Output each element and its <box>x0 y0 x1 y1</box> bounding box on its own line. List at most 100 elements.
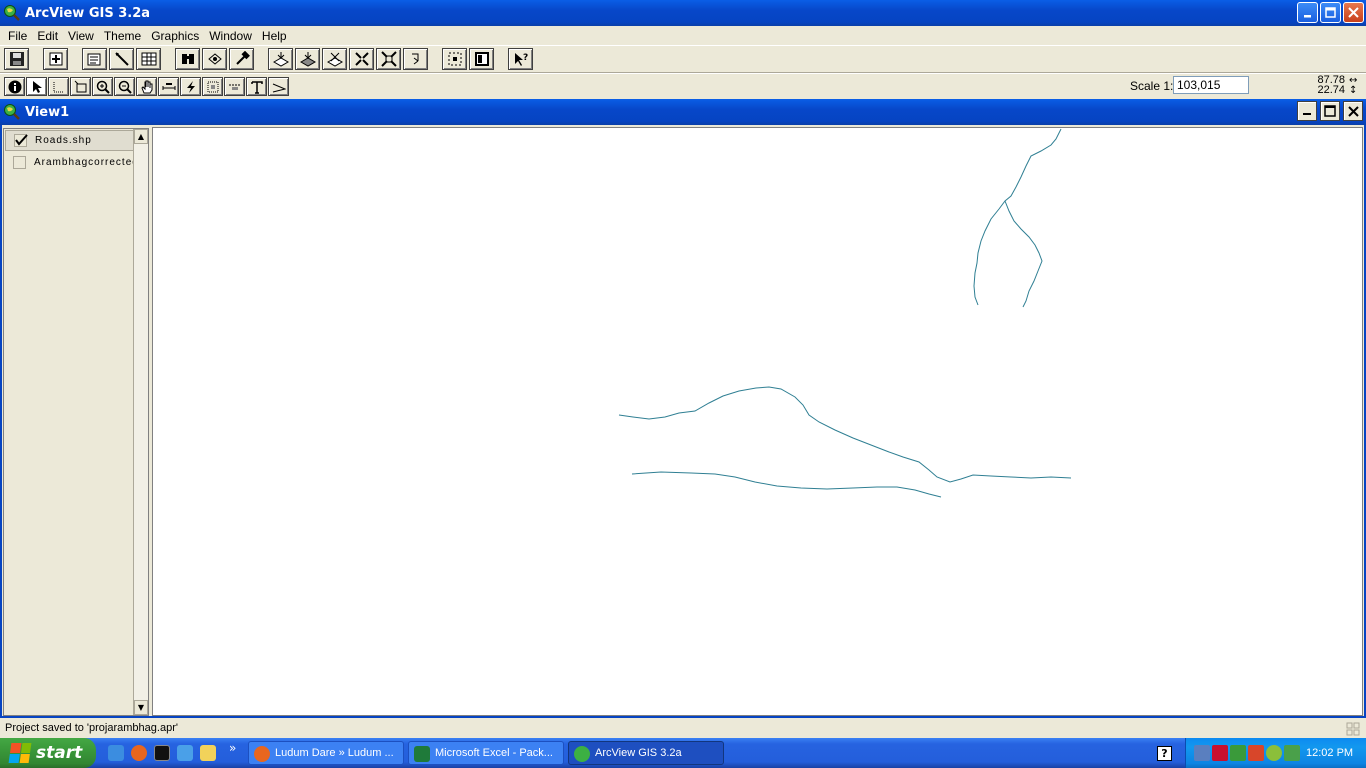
locate-address-button[interactable] <box>202 48 227 70</box>
task-arcview[interactable]: ArcView GIS 3.2a <box>568 741 724 765</box>
road-line <box>1004 200 1043 308</box>
area-of-interest-tool[interactable] <box>202 77 223 96</box>
menu-window[interactable]: Window <box>204 29 257 43</box>
toc-scrollbar[interactable]: ▲ ▼ <box>133 129 148 715</box>
zoom-in-fixed-button[interactable] <box>349 48 374 70</box>
zoom-out-tool[interactable] <box>114 77 135 96</box>
start-label: start <box>36 743 83 763</box>
menu-help[interactable]: Help <box>257 29 292 43</box>
pan-tool[interactable] <box>136 77 157 96</box>
menu-edit[interactable]: Edit <box>32 29 63 43</box>
open-theme-table-button[interactable] <box>136 48 161 70</box>
chrome-icon[interactable] <box>177 745 193 761</box>
theme-properties-button[interactable] <box>82 48 107 70</box>
road-line <box>973 128 1062 306</box>
task-ludum-dare[interactable]: Ludum Dare » Ludum ... <box>248 741 404 765</box>
query-builder-button[interactable] <box>229 48 254 70</box>
view-close-button[interactable] <box>1343 101 1363 121</box>
maximize-button[interactable] <box>1320 2 1341 23</box>
task-label: Ludum Dare » Ludum ... <box>275 747 394 759</box>
pointer-icon <box>32 80 42 93</box>
update-icon[interactable] <box>1266 745 1282 761</box>
find-button[interactable] <box>175 48 200 70</box>
resize-grip-icon[interactable] <box>1346 722 1360 736</box>
layer-name: Roads.shp <box>35 135 92 146</box>
select-feature-tool[interactable] <box>70 77 91 96</box>
table-icon <box>141 52 156 66</box>
menu-file[interactable]: File <box>3 29 32 43</box>
clock: 12:02 PM <box>1306 747 1354 759</box>
select-features-button[interactable] <box>442 48 467 70</box>
button-bar: ? <box>0 45 1366 73</box>
table-of-contents: Roads.shp Arambhagcorrected ▲ ▼ <box>3 128 149 716</box>
binoculars-icon <box>181 54 194 64</box>
scale-input[interactable]: 103,015 <box>1173 76 1249 94</box>
zoom-in-tool[interactable] <box>92 77 113 96</box>
help-pointer-icon: ? <box>514 53 528 66</box>
info-icon <box>8 80 21 93</box>
label-tool[interactable] <box>224 77 245 96</box>
map-canvas[interactable] <box>152 127 1363 716</box>
safely-remove-icon[interactable] <box>1284 745 1300 761</box>
zoom-to-selected-button[interactable] <box>322 48 347 70</box>
floppy-icon <box>9 52 24 66</box>
menu-graphics[interactable]: Graphics <box>146 29 204 43</box>
zoom-out-fixed-button[interactable] <box>376 48 401 70</box>
view-titlebar: View1 <box>0 99 1366 125</box>
zoom-to-full-extent-button[interactable] <box>268 48 293 70</box>
firefox-icon <box>254 746 270 762</box>
view-icon <box>4 104 20 120</box>
layer-roads-checkbox[interactable] <box>14 134 28 147</box>
help-button[interactable]: ? <box>508 48 533 70</box>
zoom-previous-button[interactable] <box>403 48 428 70</box>
layer-arambhag-checkbox[interactable] <box>13 156 26 169</box>
app-titlebar: ArcView GIS 3.2a <box>0 0 1366 26</box>
add-theme-button[interactable] <box>43 48 68 70</box>
arcview-globe-icon <box>574 746 590 762</box>
command-prompt-icon[interactable] <box>154 745 170 761</box>
layer-roads[interactable]: Roads.shp <box>5 130 134 151</box>
status-bar: Project saved to 'projarambhag.apr' <box>0 718 1366 738</box>
network-icon[interactable] <box>1194 745 1210 761</box>
zoom-in-icon <box>96 80 110 94</box>
vertex-edit-tool[interactable] <box>48 77 69 96</box>
view-maximize-button[interactable] <box>1320 101 1340 121</box>
scroll-down-icon[interactable]: ▼ <box>134 700 148 715</box>
menu-view[interactable]: View <box>63 29 99 43</box>
tray-app-icon[interactable] <box>1230 745 1246 761</box>
windows-logo-icon <box>8 743 32 763</box>
help-icon[interactable]: ? <box>1157 746 1172 761</box>
text-tool[interactable] <box>246 77 267 96</box>
save-project-button[interactable] <box>4 48 29 70</box>
folder-icon[interactable] <box>200 745 216 761</box>
menu-theme[interactable]: Theme <box>99 29 146 43</box>
view-minimize-button[interactable] <box>1297 101 1317 121</box>
edit-legend-button[interactable] <box>109 48 134 70</box>
antivirus-icon[interactable] <box>1248 745 1264 761</box>
clear-selection-button[interactable] <box>469 48 494 70</box>
quicklaunch-overflow-icon[interactable]: » <box>229 741 236 755</box>
draw-line-tool[interactable] <box>268 77 289 96</box>
minimize-button[interactable] <box>1297 2 1318 23</box>
layer-arambhag[interactable]: Arambhagcorrected <box>5 152 134 173</box>
identify-tool[interactable] <box>4 77 25 96</box>
coordinate-readout: 87.78 22.74 <box>1313 75 1345 96</box>
measure-tool[interactable] <box>158 77 179 96</box>
layer-name: Arambhagcorrected <box>34 157 134 168</box>
pointer-tool[interactable] <box>26 77 47 96</box>
task-label: ArcView GIS 3.2a <box>595 747 682 759</box>
ati-icon[interactable] <box>1212 745 1228 761</box>
locate-icon <box>207 53 222 65</box>
close-button[interactable] <box>1343 2 1364 23</box>
internet-explorer-icon[interactable] <box>108 745 124 761</box>
scroll-up-icon[interactable]: ▲ <box>134 129 148 144</box>
zoom-to-active-themes-button[interactable] <box>295 48 320 70</box>
hand-icon <box>140 80 152 93</box>
minimize-icon <box>1303 14 1311 17</box>
maximize-icon <box>1325 7 1336 18</box>
task-excel[interactable]: Microsoft Excel - Pack... <box>408 741 564 765</box>
menu-bar: File Edit View Theme Graphics Window Hel… <box>0 26 1366 45</box>
hotlink-tool[interactable] <box>180 77 201 96</box>
start-button[interactable]: start <box>0 738 96 768</box>
firefox-icon[interactable] <box>131 745 147 761</box>
